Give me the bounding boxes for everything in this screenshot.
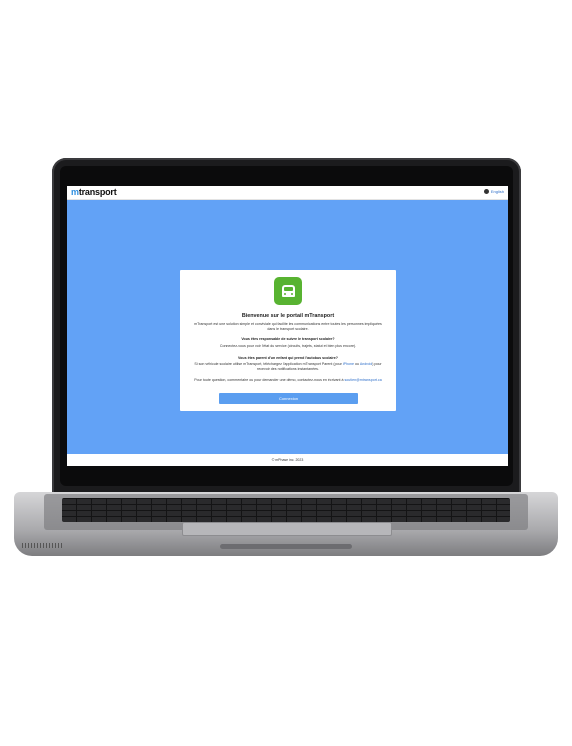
copyright-text: © mPhase inc. 2023 (271, 458, 304, 462)
intro-text: mTransport est une solution simple et co… (194, 322, 382, 331)
laptop-front-notch (220, 544, 352, 549)
login-button[interactable]: Connexion (219, 393, 358, 404)
android-link[interactable]: Android (360, 362, 372, 366)
bus-icon (281, 285, 295, 297)
laptop-vent (22, 543, 64, 548)
language-label: English (490, 189, 504, 194)
welcome-card: Bienvenue sur le portail mTransport mTra… (180, 270, 396, 411)
q1-title: Vous êtes responsable de suivre le trans… (241, 337, 335, 341)
laptop-touchpad (182, 522, 392, 536)
language-switcher[interactable]: English (483, 189, 504, 194)
mtransport-logo[interactable]: mtransport (71, 187, 117, 197)
laptop-keyboard (62, 498, 510, 522)
q2-title: Vous êtes parent d'un enfant qui prend l… (238, 356, 338, 360)
q2-text: Si son véhicule scolaire utilise mTransp… (194, 362, 382, 371)
top-bar: mtransport English (67, 186, 508, 200)
iphone-link[interactable]: iPhone (343, 362, 354, 366)
laptop-screen: mtransport English Bienvenue sur le port… (67, 186, 508, 466)
main-background: Bienvenue sur le portail mTransport mTra… (67, 200, 508, 454)
contact-text: Pour toute question, commentaire ou pour… (194, 378, 382, 382)
welcome-title: Bienvenue sur le portail mTransport (241, 313, 335, 319)
support-email-link[interactable]: soutien@mtransport.ca (345, 378, 382, 382)
app-icon (274, 277, 302, 305)
footer: © mPhase inc. 2023 (67, 454, 508, 466)
q1-text: Connectez-vous pour voir l'état du servi… (219, 344, 357, 348)
globe-icon (483, 189, 489, 194)
